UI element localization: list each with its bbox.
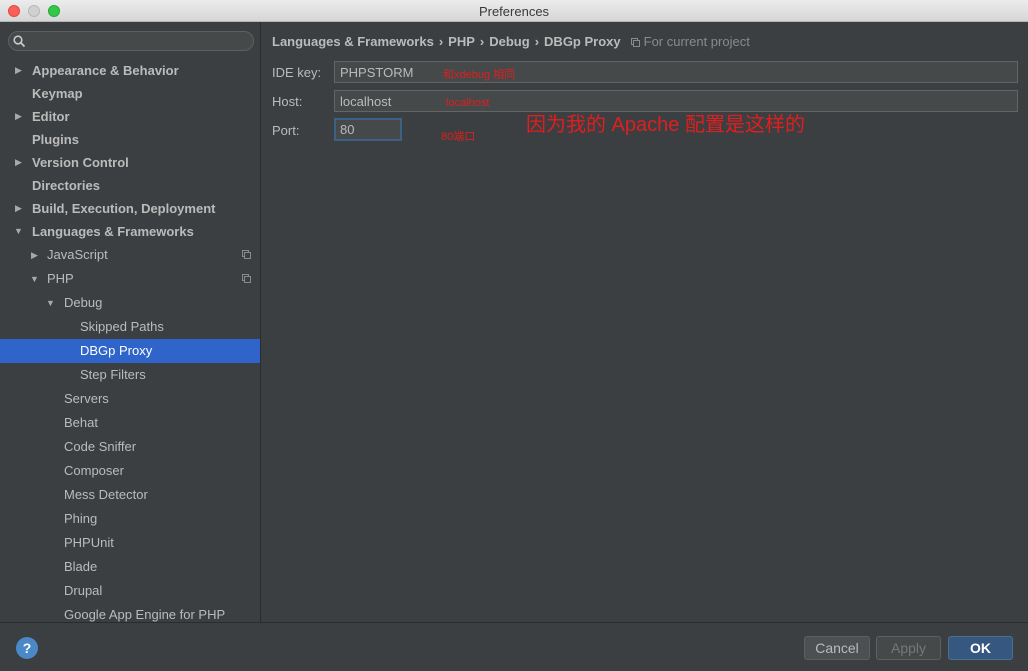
scope-indicator: For current project — [630, 34, 750, 49]
project-level-icon — [242, 250, 251, 259]
breadcrumb-separator: › — [479, 34, 485, 49]
host-annotation: localhost — [446, 97, 490, 109]
collapse-arrow-icon[interactable]: ▼ — [14, 220, 23, 243]
sidebar-item-label: Languages & Frameworks — [32, 224, 194, 239]
project-level-icon — [630, 38, 640, 47]
sidebar-item-version-control[interactable]: ▶ Version Control — [0, 151, 260, 174]
ok-button[interactable]: OK — [948, 636, 1013, 660]
apache-annotation: 因为我的 Apache 配置是这样的 — [526, 114, 805, 136]
sidebar-item-label: Phing — [64, 511, 98, 526]
host-label: Host: — [272, 94, 303, 109]
sidebar-item-label: Editor — [32, 109, 70, 124]
settings-search-input[interactable] — [8, 31, 254, 51]
sidebar-item-label: Composer — [64, 463, 124, 478]
sidebar-item-blade[interactable]: Blade — [0, 555, 260, 579]
sidebar-item-label: Skipped Paths — [80, 319, 164, 334]
title-bar: Preferences — [0, 0, 1028, 22]
sidebar-item-appearance-behavior[interactable]: ▶ Appearance & Behavior — [0, 59, 260, 82]
expand-arrow-icon[interactable]: ▶ — [15, 197, 22, 220]
sidebar-item-editor[interactable]: ▶ Editor — [0, 105, 260, 128]
cancel-button[interactable]: Cancel — [804, 636, 870, 660]
sidebar-item-drupal[interactable]: Drupal — [0, 579, 260, 603]
sidebar-item-label: Drupal — [64, 583, 103, 598]
sidebar-item-code-sniffer[interactable]: Code Sniffer — [0, 435, 260, 459]
sidebar-item-label: Version Control — [32, 155, 129, 170]
sidebar-item-composer[interactable]: Composer — [0, 459, 260, 483]
sidebar-item-label: Google App Engine for PHP — [64, 607, 226, 622]
collapse-arrow-icon[interactable]: ▼ — [30, 267, 39, 291]
port-input[interactable]: 80 — [334, 118, 402, 141]
dialog-button-bar: ? Cancel Apply OK — [0, 622, 1028, 671]
sidebar-item-label: Mess Detector — [64, 487, 148, 502]
sidebar-item-label: Servers — [64, 391, 109, 406]
breadcrumb-separator: › — [438, 34, 444, 49]
ide-key-input[interactable]: PHPSTORM — [334, 61, 1018, 83]
sidebar-item-phpunit[interactable]: PHPUnit — [0, 531, 260, 555]
collapse-arrow-icon[interactable]: ▼ — [46, 291, 55, 315]
sidebar-item-php[interactable]: ▼ PHP — [0, 267, 260, 291]
sidebar-item-keymap[interactable]: Keymap — [0, 82, 260, 105]
project-level-icon — [242, 274, 251, 283]
sidebar-item-step-filters[interactable]: Step Filters — [0, 363, 260, 387]
sidebar-item-directories[interactable]: Directories — [0, 174, 260, 197]
expand-arrow-icon[interactable]: ▶ — [15, 59, 22, 82]
sidebar-item-languages-frameworks[interactable]: ▼ Languages & Frameworks — [0, 220, 260, 243]
help-button[interactable]: ? — [16, 637, 38, 659]
sidebar-item-label: Plugins — [32, 132, 79, 147]
sidebar-item-label: Debug — [64, 295, 103, 310]
sidebar-item-label: Appearance & Behavior — [32, 63, 179, 78]
sidebar-item-label: Behat — [64, 415, 98, 430]
breadcrumb: Languages & Frameworks › PHP › Debug › DBGp Pr… — [272, 34, 750, 49]
port-annotation: 80端口 — [441, 131, 476, 143]
sidebar-item-label: Keymap — [32, 86, 83, 101]
expand-arrow-icon[interactable]: ▶ — [31, 243, 38, 267]
expand-arrow-icon[interactable]: ▶ — [15, 151, 22, 174]
sidebar-item-debug[interactable]: ▼ Debug — [0, 291, 260, 315]
sidebar-item-label: PHPUnit — [64, 535, 114, 550]
sidebar-item-label: Blade — [64, 559, 98, 574]
sidebar-item-google-app-engine-php[interactable]: Google App Engine for PHP — [0, 603, 260, 622]
sidebar-item-phing[interactable]: Phing — [0, 507, 260, 531]
sidebar-item-label: JavaScript — [47, 247, 108, 262]
search-icon — [13, 35, 26, 48]
sidebar-item-label: Step Filters — [80, 367, 146, 382]
ide-key-annotation: 和xdebug 相同 — [443, 69, 516, 81]
window-title: Preferences — [478, 4, 550, 19]
breadcrumb-item: Languages & Frameworks — [272, 34, 434, 49]
expand-arrow-icon[interactable]: ▶ — [15, 105, 22, 128]
sidebar-item-label: PHP — [47, 271, 74, 286]
sidebar-item-build-execution-deployment[interactable]: ▶ Build, Execution, Deployment — [0, 197, 260, 220]
sidebar-item-dbgp-proxy[interactable]: DBGp Proxy — [0, 339, 260, 363]
sidebar-item-skipped-paths[interactable]: Skipped Paths — [0, 315, 260, 339]
sidebar-item-label: Code Sniffer — [64, 439, 137, 454]
port-label: Port: — [272, 123, 300, 138]
settings-tree: ▶ Appearance & Behavior Keymap ▶ Editor … — [0, 59, 260, 622]
breadcrumb-item: PHP — [448, 34, 475, 49]
ide-key-label: IDE key: — [272, 65, 322, 80]
sidebar-item-behat[interactable]: Behat — [0, 411, 260, 435]
sidebar-item-plugins[interactable]: Plugins — [0, 128, 260, 151]
breadcrumb-separator: › — [534, 34, 540, 49]
scope-label: For current project — [643, 34, 750, 49]
settings-content-panel: Languages & Frameworks › PHP › Debug › DBGp Pr… — [262, 22, 1028, 622]
sidebar-item-label: DBGp Proxy — [80, 343, 153, 358]
sidebar-item-javascript[interactable]: ▶ JavaScript — [0, 243, 260, 267]
sidebar-item-label: Directories — [32, 178, 100, 193]
sidebar-item-label: Build, Execution, Deployment — [32, 201, 216, 216]
settings-sidebar: ▶ Appearance & Behavior Keymap ▶ Editor … — [0, 22, 261, 622]
breadcrumb-item: DBGp Proxy — [544, 34, 621, 49]
sidebar-item-servers[interactable]: Servers — [0, 387, 260, 411]
sidebar-item-mess-detector[interactable]: Mess Detector — [0, 483, 260, 507]
breadcrumb-item: Debug — [489, 34, 530, 49]
apply-button[interactable]: Apply — [876, 636, 941, 660]
